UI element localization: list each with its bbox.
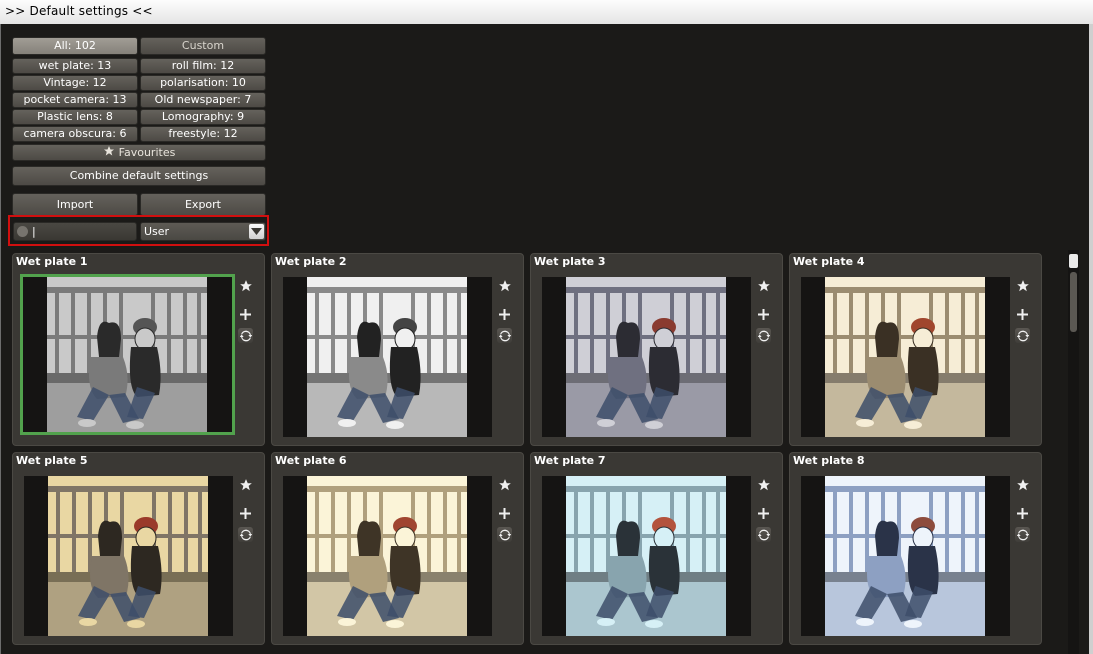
plus-icon[interactable] — [756, 307, 771, 322]
filter-polarisation-button[interactable]: polarisation: 10 — [140, 75, 266, 91]
favourites-label: Favourites — [118, 146, 176, 159]
filter-old-newspaper-button[interactable]: Old newspaper: 7 — [140, 92, 266, 108]
filter-vintage-button[interactable]: Vintage: 12 — [12, 75, 138, 91]
favourites-button[interactable]: Favourites — [12, 144, 266, 161]
filter-wet-plate-button[interactable]: wet plate: 13 — [12, 58, 138, 74]
window-titlebar: >> Default settings << — [0, 0, 1093, 25]
preview-photo — [48, 476, 208, 636]
filter-pocket-camera-button[interactable]: pocket camera: 13 — [12, 92, 138, 108]
refresh-icon[interactable] — [238, 328, 253, 343]
scroll-thumb[interactable] — [1070, 272, 1077, 332]
filter-all-button[interactable]: All: 102 — [12, 37, 138, 55]
preset-title: Wet plate 6 — [275, 454, 347, 467]
plus-icon[interactable] — [238, 307, 253, 322]
favourite-star-icon[interactable] — [756, 477, 771, 492]
preset-thumbnail[interactable] — [283, 476, 492, 636]
preset-thumbnail[interactable] — [283, 277, 492, 437]
preset-thumbnail[interactable] — [24, 476, 233, 636]
preview-photo — [825, 476, 985, 636]
plus-icon[interactable] — [497, 307, 512, 322]
preview-photo — [566, 476, 726, 636]
favourite-star-icon[interactable] — [1015, 477, 1030, 492]
preview-photo — [307, 277, 467, 437]
filter-camera-obscura-button[interactable]: camera obscura: 6 — [12, 126, 138, 142]
filter-roll-film-button[interactable]: roll film: 12 — [140, 58, 266, 74]
preset-thumbnail[interactable] — [20, 274, 235, 435]
plus-icon[interactable] — [1015, 307, 1030, 322]
refresh-icon[interactable] — [497, 527, 512, 542]
preset-card[interactable]: Wet plate 6 — [271, 452, 524, 645]
favourite-star-icon[interactable] — [238, 278, 253, 293]
preview-photo — [47, 277, 207, 432]
favourite-star-icon[interactable] — [238, 477, 253, 492]
preset-title: Wet plate 4 — [793, 255, 865, 268]
window-title: >> Default settings << — [5, 4, 153, 18]
refresh-icon[interactable] — [238, 527, 253, 542]
preset-card[interactable]: Wet plate 1 — [12, 253, 265, 446]
preset-title: Wet plate 3 — [534, 255, 606, 268]
preset-title: Wet plate 5 — [16, 454, 88, 467]
preview-photo — [307, 476, 467, 636]
preset-thumbnail[interactable] — [542, 277, 751, 437]
preset-title: Wet plate 8 — [793, 454, 865, 467]
scroll-up-button[interactable] — [1069, 254, 1078, 268]
preset-thumbnail[interactable] — [801, 277, 1010, 437]
refresh-icon[interactable] — [756, 328, 771, 343]
preset-card[interactable]: Wet plate 3 — [530, 253, 783, 446]
preset-thumbnail[interactable] — [801, 476, 1010, 636]
favourite-star-icon[interactable] — [497, 477, 512, 492]
export-button[interactable]: Export — [140, 193, 266, 216]
favourite-star-icon[interactable] — [1015, 278, 1030, 293]
filter-custom-button[interactable]: Custom — [140, 37, 266, 55]
refresh-icon[interactable] — [1015, 328, 1030, 343]
preset-title: Wet plate 2 — [275, 255, 347, 268]
refresh-icon[interactable] — [1015, 527, 1030, 542]
favourite-star-icon[interactable] — [497, 278, 512, 293]
filter-plastic-lens-button[interactable]: Plastic lens: 8 — [12, 109, 138, 125]
preset-card[interactable]: Wet plate 2 — [271, 253, 524, 446]
plus-icon[interactable] — [238, 506, 253, 521]
favourite-star-icon[interactable] — [756, 278, 771, 293]
chevron-down-icon[interactable] — [249, 224, 264, 239]
preset-card[interactable]: Wet plate 8 — [789, 452, 1042, 645]
filter-lomography-button[interactable]: Lomography: 9 — [140, 109, 266, 125]
preset-title: Wet plate 7 — [534, 454, 606, 467]
preset-thumbnail[interactable] — [542, 476, 751, 636]
search-box[interactable] — [13, 222, 137, 241]
plus-icon[interactable] — [1015, 506, 1030, 521]
refresh-icon[interactable] — [497, 328, 512, 343]
preset-title: Wet plate 1 — [16, 255, 88, 268]
filter-freestyle-button[interactable]: freestyle: 12 — [140, 126, 266, 142]
plus-icon[interactable] — [756, 506, 771, 521]
preset-card[interactable]: Wet plate 4 — [789, 253, 1042, 446]
preset-card[interactable]: Wet plate 5 — [12, 452, 265, 645]
search-icon — [17, 226, 28, 237]
preview-photo — [566, 277, 726, 437]
refresh-icon[interactable] — [756, 527, 771, 542]
search-input[interactable] — [32, 223, 132, 240]
preset-card[interactable]: Wet plate 7 — [530, 452, 783, 645]
plus-icon[interactable] — [497, 506, 512, 521]
star-icon — [103, 146, 114, 156]
user-select-value: User — [144, 225, 170, 238]
combine-default-settings-button[interactable]: Combine default settings — [12, 166, 266, 186]
scrollbar[interactable] — [1068, 250, 1079, 654]
user-select[interactable]: User — [140, 222, 266, 241]
import-button[interactable]: Import — [12, 193, 138, 216]
preview-photo — [825, 277, 985, 437]
